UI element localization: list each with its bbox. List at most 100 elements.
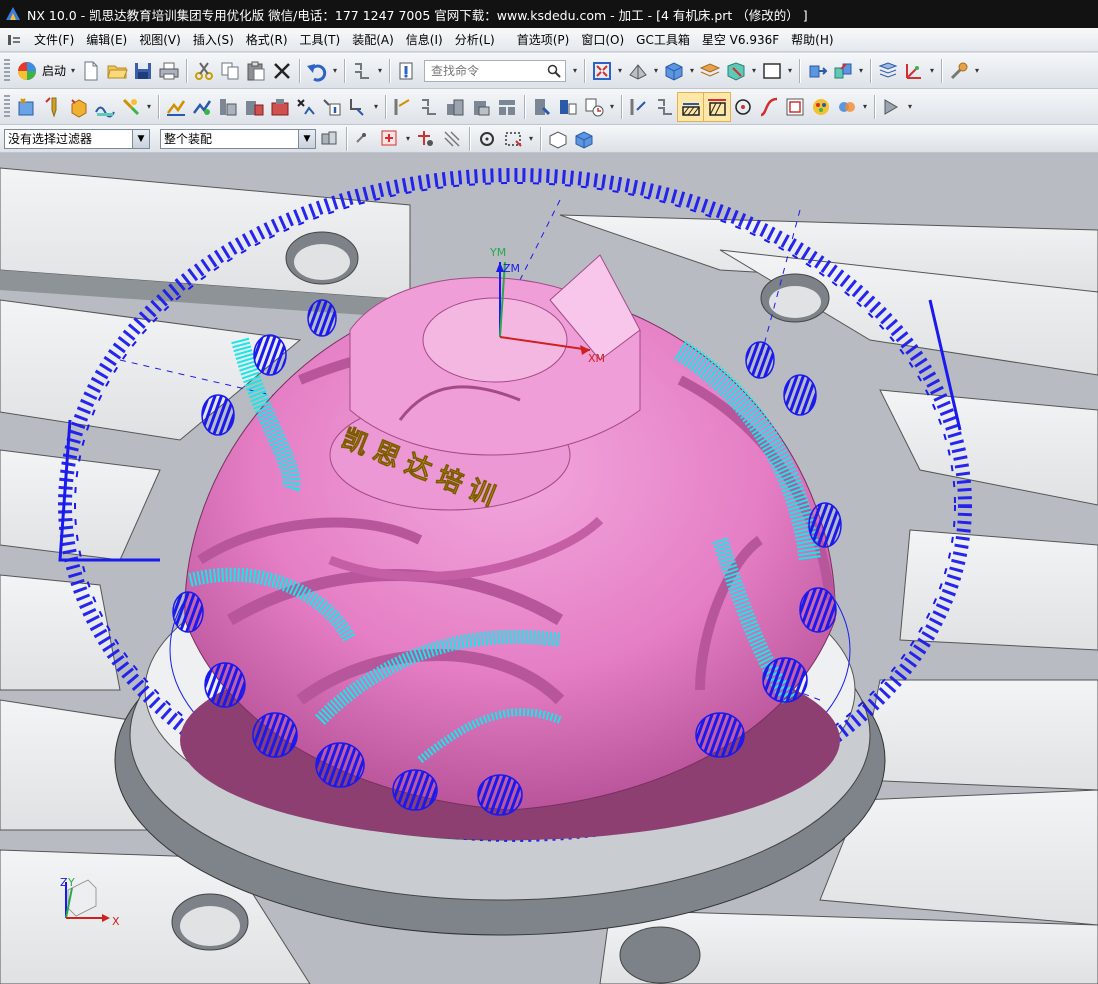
create-tool-icon[interactable] <box>40 93 66 121</box>
toolbar-grip[interactable] <box>4 58 10 83</box>
select-rectangle-icon[interactable] <box>500 125 526 153</box>
display-point-icon[interactable] <box>730 93 756 121</box>
verify-toolpath-icon[interactable] <box>241 93 267 121</box>
cube-dropdown-icon[interactable]: ▾ <box>687 57 697 85</box>
start-dropdown-icon[interactable]: ▾ <box>68 57 78 85</box>
repeat-dropdown-icon[interactable]: ▾ <box>375 57 385 85</box>
snap-grid-icon[interactable] <box>439 125 465 153</box>
section-dropdown-icon[interactable]: ▾ <box>749 57 759 85</box>
generate-toolpath-icon[interactable] <box>163 93 189 121</box>
customize-dropdown-icon[interactable]: ▾ <box>972 57 982 85</box>
toolpath-dropdown-icon[interactable]: ▾ <box>371 93 381 121</box>
shop-dropdown-icon[interactable]: ▾ <box>607 93 617 121</box>
search-dropdown-icon[interactable]: ▾ <box>570 57 580 85</box>
chevron-down-icon[interactable]: ▼ <box>298 129 315 148</box>
copy-icon[interactable] <box>217 57 243 85</box>
toolpath-info-icon[interactable] <box>319 93 345 121</box>
cut-icon[interactable] <box>191 57 217 85</box>
delete-toolpath-icon[interactable] <box>293 93 319 121</box>
undo-dropdown-icon[interactable]: ▾ <box>330 57 340 85</box>
background-dropdown-icon[interactable]: ▾ <box>785 57 795 85</box>
render-settings-icon[interactable] <box>834 93 860 121</box>
create-dropdown-icon[interactable]: ▾ <box>144 93 154 121</box>
menu-window[interactable]: 窗口(O) <box>575 28 630 52</box>
menu-preferences[interactable]: 首选项(P) <box>511 28 576 52</box>
simulate-machine-icon[interactable] <box>267 93 293 121</box>
assembly-constraint-icon[interactable] <box>830 57 856 85</box>
menu-help[interactable]: 帮助(H) <box>785 28 839 52</box>
assembly-dropdown-icon[interactable]: ▾ <box>856 57 866 85</box>
shop-doc-icon[interactable] <box>529 93 555 121</box>
postprocess-icon[interactable] <box>345 93 371 121</box>
command-search-box[interactable] <box>424 59 567 82</box>
move-component-icon[interactable] <box>804 57 830 85</box>
snap-dropdown-icon[interactable]: ▾ <box>403 125 413 153</box>
render-style-icon[interactable] <box>625 57 651 85</box>
chevron-down-icon[interactable]: ▼ <box>132 129 149 148</box>
snap-point-icon[interactable] <box>351 125 377 153</box>
paste-icon[interactable] <box>243 57 269 85</box>
more-tools-icon[interactable] <box>879 93 905 121</box>
check-geometry-icon[interactable] <box>782 93 808 121</box>
select-circle-icon[interactable] <box>474 125 500 153</box>
menu-grip-icon[interactable] <box>6 32 22 48</box>
menu-format[interactable]: 格式(R) <box>240 28 294 52</box>
save-icon[interactable] <box>130 57 156 85</box>
object-tree-icon[interactable] <box>494 93 520 121</box>
layer-icon[interactable] <box>697 57 723 85</box>
menu-information[interactable]: 信息(I) <box>400 28 449 52</box>
create-method-icon[interactable] <box>92 93 118 121</box>
new-file-icon[interactable] <box>78 57 104 85</box>
copy-object-icon[interactable] <box>442 93 468 121</box>
menu-analysis[interactable]: 分析(L) <box>449 28 501 52</box>
replay-toolpath-icon[interactable] <box>189 93 215 121</box>
curve-icon[interactable] <box>756 93 782 121</box>
fit-dropdown-icon[interactable]: ▾ <box>615 57 625 85</box>
batch-process-icon[interactable] <box>555 93 581 121</box>
selection-filter-select[interactable]: 没有选择过滤器 ▼ <box>4 128 150 149</box>
snap-frame-icon[interactable] <box>377 125 403 153</box>
menu-xingkong[interactable]: 星空 V6.936F <box>696 28 785 52</box>
ipw-display-icon[interactable] <box>677 91 705 122</box>
selection-scope-select[interactable]: 整个装配 ▼ <box>160 128 316 149</box>
menu-view[interactable]: 视图(V) <box>133 28 187 52</box>
edit-object-icon[interactable] <box>390 93 416 121</box>
customize-icon[interactable] <box>946 57 972 85</box>
assembly-filter-icon[interactable] <box>316 125 342 153</box>
menu-assemblies[interactable]: 装配(A) <box>346 28 400 52</box>
wcs-orient-icon[interactable] <box>901 57 927 85</box>
shaded-cube-icon[interactable] <box>661 57 687 85</box>
layer-stack-icon[interactable] <box>875 57 901 85</box>
snap-intersect-icon[interactable] <box>413 125 439 153</box>
more-dropdown-icon[interactable]: ▾ <box>905 93 915 121</box>
repeat-command-icon[interactable] <box>349 57 375 85</box>
feed-rate-icon[interactable] <box>581 93 607 121</box>
list-toolpath-icon[interactable] <box>215 93 241 121</box>
tool-display-icon[interactable] <box>626 93 652 121</box>
delete-icon[interactable] <box>269 57 295 85</box>
select-face-icon[interactable] <box>545 125 571 153</box>
select-body-icon[interactable] <box>571 125 597 153</box>
start-icon[interactable] <box>14 57 40 85</box>
command-finder-icon[interactable] <box>394 57 420 85</box>
menu-file[interactable]: 文件(F) <box>28 28 80 52</box>
graphics-viewport[interactable]: 凯思达培训 YM ZM XM Z Y X <box>0 153 1098 984</box>
render-dropdown-icon[interactable]: ▾ <box>651 57 661 85</box>
color-settings-icon[interactable] <box>808 93 834 121</box>
menu-edit[interactable]: 编辑(E) <box>80 28 133 52</box>
select-dropdown-icon[interactable]: ▾ <box>526 125 536 153</box>
open-folder-icon[interactable] <box>104 57 130 85</box>
start-label[interactable]: 启动 <box>42 62 66 79</box>
create-operation-icon[interactable] <box>118 93 144 121</box>
fit-view-icon[interactable] <box>589 57 615 85</box>
menu-tools[interactable]: 工具(T) <box>294 28 347 52</box>
create-geometry-icon[interactable] <box>66 93 92 121</box>
view-section-icon[interactable] <box>723 57 749 85</box>
menu-insert[interactable]: 插入(S) <box>187 28 240 52</box>
cut-object-icon[interactable] <box>416 93 442 121</box>
toolbar-grip[interactable] <box>4 94 10 119</box>
undo-icon[interactable] <box>304 57 330 85</box>
path-display-icon[interactable] <box>652 93 678 121</box>
print-icon[interactable] <box>156 57 182 85</box>
search-icon[interactable] <box>547 64 561 78</box>
